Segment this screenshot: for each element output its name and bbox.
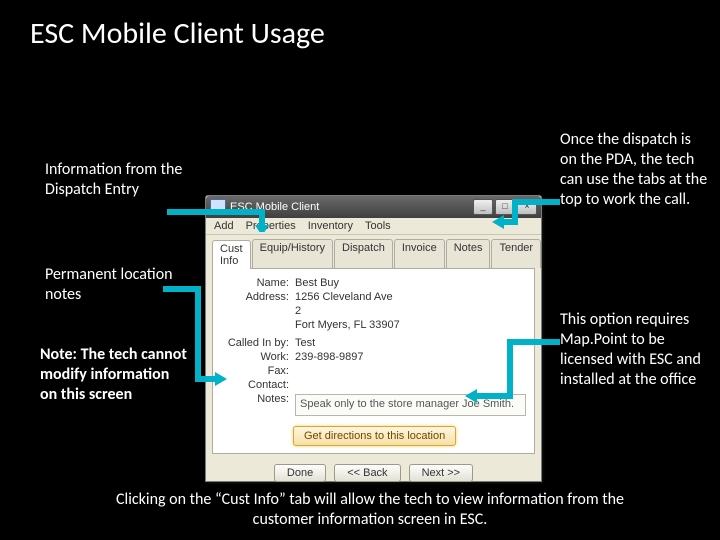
value-fax bbox=[295, 365, 526, 377]
tab-cust-info[interactable]: Cust Info bbox=[212, 240, 251, 269]
tab-equip-history[interactable]: Equip/History bbox=[252, 239, 333, 268]
value-contact bbox=[295, 379, 526, 391]
minimize-button[interactable]: _ bbox=[473, 199, 493, 215]
label-address: Address: bbox=[221, 291, 295, 303]
value-work: 239-898-9897 bbox=[295, 351, 526, 363]
tab-notes[interactable]: Notes bbox=[446, 239, 491, 268]
tab-panel-cust-info: Name:Best Buy Address:1256 Cleveland Ave… bbox=[212, 268, 535, 454]
label-contact: Contact: bbox=[221, 379, 295, 391]
value-notes: Speak only to the store manager Joe Smit… bbox=[295, 394, 526, 416]
annot-readonly-note: Note: The tech cannot modify information… bbox=[40, 345, 190, 405]
maximize-button[interactable]: □ bbox=[495, 199, 515, 215]
menu-properties[interactable]: Properties bbox=[246, 220, 296, 232]
back-button[interactable]: << Back bbox=[334, 464, 400, 482]
value-address-1: 1256 Cleveland Ave bbox=[295, 291, 526, 303]
tab-invoice[interactable]: Invoice bbox=[394, 239, 445, 268]
bottom-button-bar: Done << Back Next >> bbox=[206, 460, 541, 488]
label-fax: Fax: bbox=[221, 365, 295, 377]
annot-mappoint: This option requires Map.Point to be lic… bbox=[560, 310, 710, 390]
slide-title: ESC Mobile Client Usage bbox=[30, 15, 325, 52]
slide-caption: Clicking on the “Cust Info” tab will all… bbox=[100, 490, 640, 530]
menu-bar: Add Properties Inventory Tools bbox=[206, 218, 541, 235]
label-notes: Notes: bbox=[221, 393, 295, 405]
tab-dispatch[interactable]: Dispatch bbox=[334, 239, 393, 268]
done-button[interactable]: Done bbox=[274, 464, 326, 482]
annot-dispatch-info: Information from the Dispatch Entry bbox=[45, 160, 185, 200]
next-button[interactable]: Next >> bbox=[409, 464, 474, 482]
window-title: ESC Mobile Client bbox=[230, 201, 319, 213]
get-directions-button[interactable]: Get directions to this location bbox=[293, 426, 456, 446]
value-name: Best Buy bbox=[295, 277, 526, 289]
annot-tabs-explain: Once the dispatch is on the PDA, the tec… bbox=[560, 130, 710, 210]
tab-tender[interactable]: Tender bbox=[491, 239, 541, 268]
value-address-3: Fort Myers, FL 33907 bbox=[295, 319, 526, 331]
menu-add[interactable]: Add bbox=[214, 220, 234, 232]
menu-tools[interactable]: Tools bbox=[365, 220, 391, 232]
label-calledin: Called In by: bbox=[221, 337, 295, 349]
close-button[interactable]: × bbox=[517, 199, 537, 215]
window-titlebar[interactable]: ESC Mobile Client _ □ × bbox=[206, 196, 541, 218]
label-work: Work: bbox=[221, 351, 295, 363]
esc-mobile-window: ESC Mobile Client _ □ × Add Properties I… bbox=[205, 195, 542, 482]
value-calledin: Test bbox=[295, 337, 526, 349]
tab-strip: Cust Info Equip/History Dispatch Invoice… bbox=[206, 235, 541, 268]
value-address-2: 2 bbox=[295, 305, 526, 317]
app-icon bbox=[210, 199, 226, 215]
menu-inventory[interactable]: Inventory bbox=[308, 220, 353, 232]
annot-location-notes: Permanent location notes bbox=[45, 265, 185, 305]
label-name: Name: bbox=[221, 277, 295, 289]
